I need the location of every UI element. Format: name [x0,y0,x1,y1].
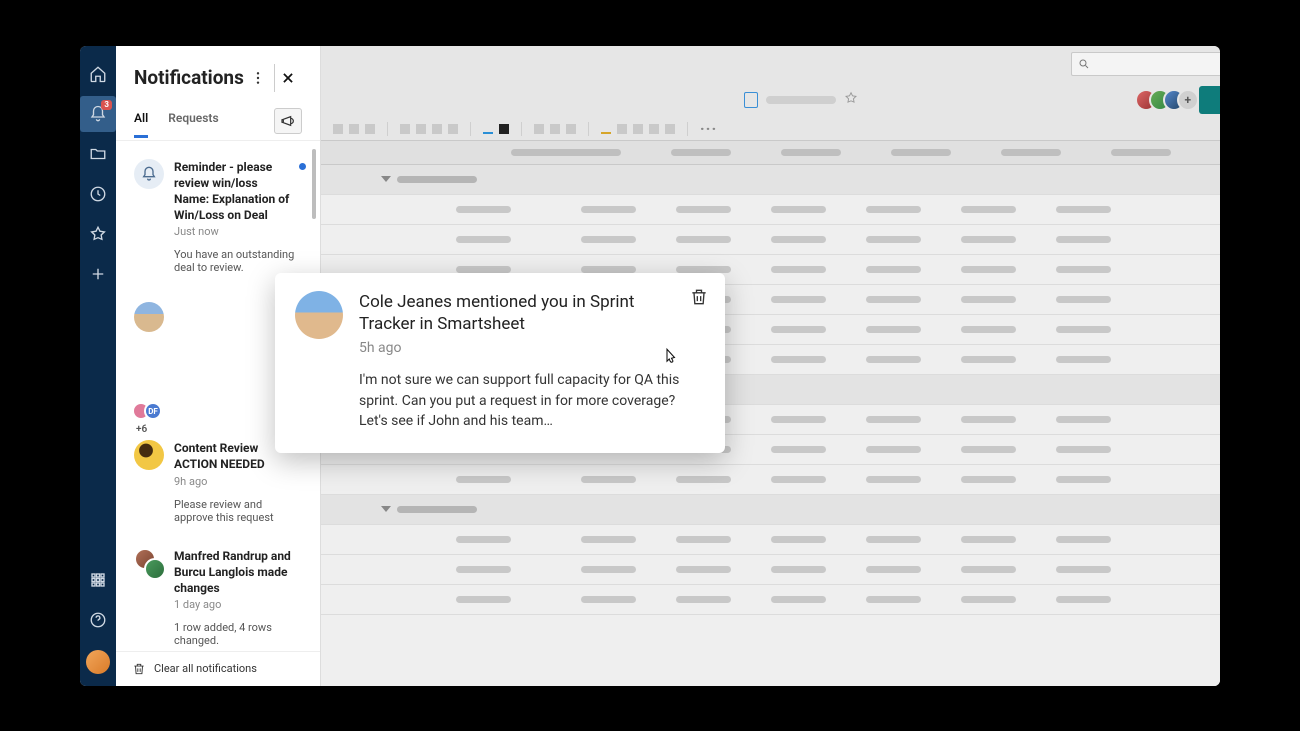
tab-requests[interactable]: Requests [168,111,218,137]
user-avatar [134,302,164,332]
notification-desc: Please review and approve this request [174,498,302,524]
sheet-icon [744,92,758,108]
notification-desc: 1 row added, 4 rows changed. [174,621,302,647]
favorite-icon[interactable] [844,90,858,109]
search-input[interactable] [1071,52,1220,76]
notification-count-badge: 3 [101,100,112,110]
close-panel-icon[interactable] [274,64,302,92]
reminder-icon [134,159,164,189]
notification-subtitle: ACTION NEEDED [174,456,302,472]
document-title-placeholder [766,96,836,104]
toolbar: ··· [321,118,1220,140]
notification-title: Reminder - please review win/loss [174,159,302,191]
popup-time: 5h ago [359,340,705,356]
notification-item[interactable]: Reminder - please review win/loss Name: … [116,149,320,289]
collaborator-avatars[interactable]: + [1135,89,1191,111]
data-row[interactable] [321,585,1220,615]
announcements-icon[interactable] [274,108,302,134]
data-row[interactable] [321,465,1220,495]
summary-row[interactable] [321,165,1220,195]
popup-message: I'm not sure we can support full capacit… [359,370,705,431]
toolbar-overflow-icon[interactable]: ··· [700,119,717,138]
user-avatar [134,440,164,470]
notifications-title: Notifications [134,66,244,89]
notification-desc: You have an outstanding deal to review. [174,248,302,274]
notification-time: Just now [174,225,302,238]
apps-icon[interactable] [80,562,116,598]
data-row[interactable] [321,555,1220,585]
folder-icon[interactable] [80,136,116,172]
delete-notification-icon[interactable] [689,287,709,311]
tab-all[interactable]: All [134,111,148,138]
recents-icon[interactable] [80,176,116,212]
more-options-icon[interactable] [244,64,272,92]
notification-title: Manfred Randrup and Burcu Langlois made … [174,548,302,597]
user-avatar[interactable] [86,650,110,674]
notifications-icon[interactable]: 3 [80,96,116,132]
data-row[interactable] [321,195,1220,225]
share-button[interactable] [1199,86,1220,114]
left-nav-rail: 3 [80,46,116,686]
data-row[interactable] [321,225,1220,255]
popup-user-avatar [295,291,343,339]
app-window: 3 Notifications [80,46,1220,686]
home-icon[interactable] [80,56,116,92]
popup-title: Cole Jeanes mentioned you in Sprint Trac… [359,291,705,337]
clear-all-button[interactable]: Clear all notifications [116,651,320,686]
cursor-icon [661,347,679,369]
more-collaborators[interactable]: + [1177,89,1199,111]
notification-time: 9h ago [174,475,302,488]
notification-detail-popup: Cole Jeanes mentioned you in Sprint Trac… [275,273,725,454]
notification-item[interactable]: Manfred Randrup and Burcu Langlois made … [116,538,320,651]
create-new-icon[interactable] [80,256,116,292]
favorites-icon[interactable] [80,216,116,252]
document-header: + [321,82,1220,118]
notification-time: 1 day ago [174,598,302,611]
notification-subtitle: Name: Explanation of Win/Loss on Deal [174,191,302,223]
user-avatar-pair [134,548,164,578]
grid-column-headers [321,140,1220,165]
data-row[interactable] [321,525,1220,555]
top-bar [321,46,1220,82]
clear-all-label: Clear all notifications [154,662,257,675]
help-icon[interactable] [80,602,116,638]
summary-row[interactable] [321,495,1220,525]
unread-indicator [299,163,306,170]
